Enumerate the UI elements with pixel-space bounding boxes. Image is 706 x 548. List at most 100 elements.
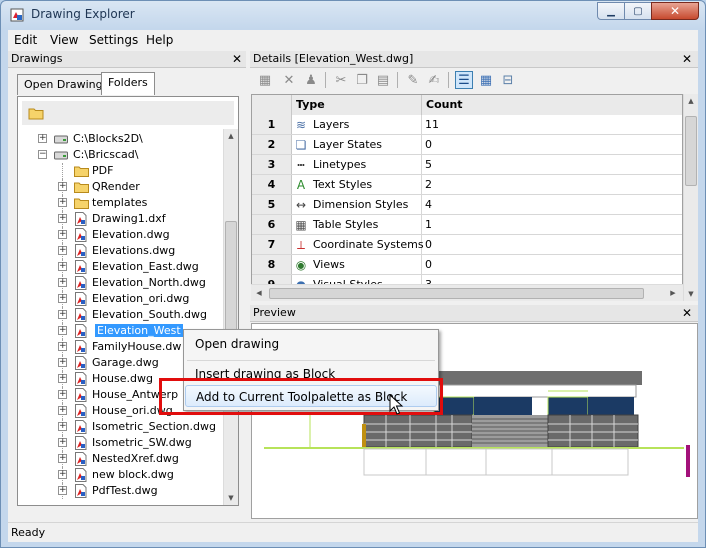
layer-states-icon: ❏ [295, 138, 307, 152]
expand-icon[interactable]: + [58, 422, 67, 431]
expand-icon[interactable]: + [38, 134, 47, 143]
tree-item[interactable]: − C:\Bricscad\ [18, 147, 218, 163]
menu-settings[interactable]: Settings [89, 33, 138, 47]
expand-icon[interactable]: + [58, 470, 67, 479]
expand-icon[interactable]: + [58, 342, 67, 351]
menu-help[interactable]: Help [146, 33, 173, 47]
table-row[interactable]: 4 A Text Styles 2 [252, 175, 682, 195]
rename-icon[interactable]: ✍ [425, 71, 443, 89]
column-header-type[interactable]: Type [292, 95, 422, 115]
table-row[interactable]: 1 ≋ Layers 11 [252, 115, 682, 135]
tree-item[interactable]: PDF [18, 163, 218, 179]
purge-icon[interactable]: ♟ [302, 71, 320, 89]
tree-item[interactable]: + Elevation_ori.dwg [18, 291, 218, 307]
expand-icon[interactable]: + [58, 406, 67, 415]
scroll-left-arrow-icon[interactable]: ◀ [253, 286, 265, 300]
scroll-down-arrow-icon[interactable]: ▼ [224, 491, 238, 505]
tab-folders[interactable]: Folders [101, 72, 155, 95]
column-header-count[interactable]: Count [422, 95, 682, 115]
details-view-icon[interactable]: ☰ [455, 71, 473, 89]
tree-item[interactable]: + Elevations.dwg [18, 243, 218, 259]
details-vertical-scrollbar[interactable]: ▲ ▼ [683, 94, 698, 301]
row-number: 4 [252, 175, 292, 194]
expand-icon[interactable]: + [58, 390, 67, 399]
row-number: 2 [252, 135, 292, 154]
edit-icon[interactable]: ✎ [404, 71, 422, 89]
type-cell: Layer States [310, 135, 422, 154]
expand-icon[interactable]: + [58, 214, 67, 223]
row-number: 1 [252, 115, 292, 134]
minimize-button[interactable]: ▁ [597, 2, 625, 20]
expand-icon[interactable]: + [58, 230, 67, 239]
table-row[interactable]: 5 ↔ Dimension Styles 4 [252, 195, 682, 215]
tree-item[interactable]: + Isometric_SW.dwg [18, 435, 218, 451]
scroll-down-arrow-icon[interactable]: ▼ [684, 287, 698, 301]
tree-item[interactable]: + Elevation_North.dwg [18, 275, 218, 291]
open-folder-icon[interactable] [28, 107, 44, 120]
dwg-file-icon [75, 468, 87, 482]
expand-icon[interactable]: + [58, 310, 67, 319]
tree-item[interactable]: + C:\Blocks2D\ [18, 131, 218, 147]
tree-view-icon[interactable]: ⊟ [499, 71, 517, 89]
tree-item[interactable]: + Elevation_East.dwg [18, 259, 218, 275]
expand-icon[interactable]: + [58, 246, 67, 255]
tree-item-label: C:\Bricscad\ [73, 148, 139, 161]
expand-icon[interactable]: + [58, 454, 67, 463]
delete-icon[interactable]: ✕ [280, 71, 298, 89]
menu-item-open-drawing[interactable]: Open drawing [185, 333, 437, 355]
table-row[interactable]: 8 ◉ Views 0 [252, 255, 682, 275]
title-bar[interactable]: Drawing Explorer ▁ ▢ ✕ [1, 1, 705, 29]
count-cell: 11 [422, 115, 682, 134]
table-row[interactable]: 6 ▦ Table Styles 1 [252, 215, 682, 235]
new-icon[interactable]: ▦ [256, 71, 274, 89]
tree-item[interactable]: + QRender [18, 179, 218, 195]
details-grid: Type Count 1 ≋ Layers 11 2 ❏ Layer States 0 3 ┅ Li… [251, 94, 683, 301]
menu-edit[interactable]: Edit [14, 33, 37, 47]
drawings-panel-close-icon[interactable]: ✕ [230, 51, 244, 67]
tree-item[interactable]: + templates [18, 195, 218, 211]
scroll-up-arrow-icon[interactable]: ▲ [684, 94, 698, 108]
preview-panel-close-icon[interactable]: ✕ [680, 305, 694, 321]
count-cell: 2 [422, 175, 682, 194]
tree-vertical-scrollbar[interactable]: ▲ ▼ [223, 129, 238, 505]
tree-item[interactable]: + NestedXref.dwg [18, 451, 218, 467]
details-scroll-thumb[interactable] [685, 116, 697, 186]
icons-view-icon[interactable]: ▦ [477, 71, 495, 89]
expand-icon[interactable]: + [58, 374, 67, 383]
paste-icon[interactable]: ▤ [374, 71, 392, 89]
expand-icon[interactable]: + [58, 438, 67, 447]
expand-icon[interactable]: + [58, 262, 67, 271]
tree-item[interactable]: + Isometric_Section.dwg [18, 419, 218, 435]
window-title: Drawing Explorer [31, 7, 135, 21]
collapse-icon[interactable]: − [38, 150, 47, 159]
tree-item-label: Elevations.dwg [92, 244, 176, 257]
details-hscroll-thumb[interactable] [269, 288, 644, 299]
tree-item[interactable]: + Drawing1.dxf [18, 211, 218, 227]
scroll-up-arrow-icon[interactable]: ▲ [224, 129, 238, 143]
expand-icon[interactable]: + [58, 326, 67, 335]
close-button[interactable]: ✕ [651, 2, 699, 20]
maximize-button[interactable]: ▢ [624, 2, 652, 20]
details-horizontal-scrollbar[interactable]: ◀ ▶ [251, 284, 683, 301]
expand-icon[interactable]: + [58, 278, 67, 287]
expand-icon[interactable]: + [58, 198, 67, 207]
menu-view[interactable]: View [50, 33, 78, 47]
expand-icon[interactable]: + [58, 486, 67, 495]
menu-item-insert-as-block[interactable]: Insert drawing as Block [185, 363, 437, 385]
table-row[interactable]: 3 ┅ Linetypes 5 [252, 155, 682, 175]
cut-icon[interactable]: ✂ [332, 71, 350, 89]
views-icon: ◉ [295, 258, 307, 272]
expand-icon[interactable]: + [58, 182, 67, 191]
expand-icon[interactable]: + [58, 294, 67, 303]
drawings-panel-header: Drawings ✕ [8, 51, 246, 68]
scroll-right-arrow-icon[interactable]: ▶ [667, 286, 679, 300]
details-panel-close-icon[interactable]: ✕ [680, 51, 694, 67]
tree-item[interactable]: + Elevation.dwg [18, 227, 218, 243]
tree-item[interactable]: + PdfTest.dwg [18, 483, 218, 499]
copy-icon[interactable]: ❐ [353, 71, 371, 89]
expand-icon[interactable]: + [58, 358, 67, 367]
tree-item[interactable]: + Elevation_South.dwg [18, 307, 218, 323]
table-row[interactable]: 2 ❏ Layer States 0 [252, 135, 682, 155]
table-row[interactable]: 7 ⟂ Coordinate Systems 0 [252, 235, 682, 255]
tree-item[interactable]: + new block.dwg [18, 467, 218, 483]
